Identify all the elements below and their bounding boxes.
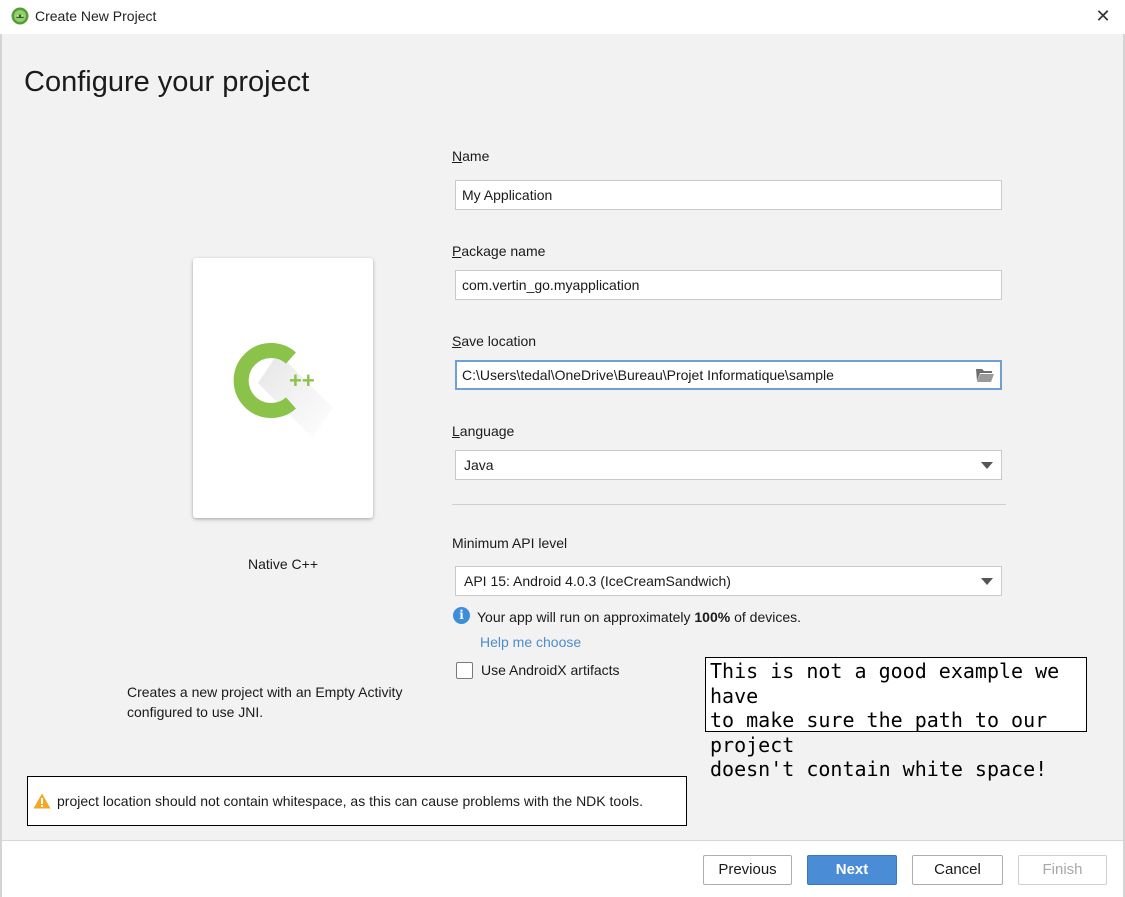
- androidx-checkbox-label[interactable]: Use AndroidX artifacts: [481, 662, 620, 678]
- next-button[interactable]: Next: [807, 855, 897, 885]
- info-icon: i: [453, 607, 470, 624]
- language-select[interactable]: Java: [455, 450, 1002, 480]
- android-studio-icon: [11, 7, 29, 25]
- previous-button[interactable]: Previous: [703, 855, 792, 885]
- help-me-choose-link[interactable]: Help me choose: [480, 634, 581, 650]
- warning-icon: [33, 793, 51, 809]
- language-label: Language: [452, 423, 515, 439]
- save-location-value: C:\Users\tedal\OneDrive\Bureau\Projet In…: [462, 367, 834, 383]
- androidx-checkbox[interactable]: [456, 662, 473, 679]
- language-value: Java: [464, 457, 494, 473]
- window-border-left: [0, 34, 2, 897]
- warning-text: project location should not contain whit…: [57, 793, 643, 809]
- chevron-down-icon: [981, 462, 993, 469]
- title-bar: Create New Project ✕: [0, 0, 1125, 34]
- cpp-logo-text: ++: [289, 368, 315, 393]
- template-description: Creates a new project with an Empty Acti…: [127, 684, 403, 720]
- save-location-label: Save location: [452, 333, 537, 349]
- template-preview-card: ++: [193, 258, 373, 518]
- name-label: Name: [452, 148, 490, 164]
- folder-open-icon[interactable]: [975, 367, 995, 383]
- template-name: Native C++: [247, 556, 319, 572]
- package-name-label: Package name: [452, 243, 546, 259]
- close-icon[interactable]: ✕: [1093, 5, 1113, 27]
- name-field[interactable]: My Application: [455, 180, 1002, 210]
- min-api-select[interactable]: API 15: Android 4.0.3 (IceCreamSandwich): [455, 566, 1002, 596]
- warning-box: project location should not contain whit…: [27, 776, 687, 826]
- form-divider: [452, 504, 1006, 505]
- finish-button[interactable]: Finish: [1018, 855, 1107, 885]
- chevron-down-icon: [981, 578, 993, 585]
- device-coverage-text: Your app will run on approximately 100% …: [477, 609, 802, 625]
- annotation-note: This is not a good example we have to ma…: [705, 657, 1087, 781]
- min-api-value: API 15: Android 4.0.3 (IceCreamSandwich): [464, 573, 731, 589]
- cancel-button[interactable]: Cancel: [912, 855, 1003, 885]
- min-api-label: Minimum API level: [452, 535, 568, 551]
- package-name-field[interactable]: com.vertin_go.myapplication: [455, 270, 1002, 300]
- window-title: Create New Project: [35, 8, 157, 24]
- page-title: Configure your project: [24, 66, 310, 98]
- save-location-field[interactable]: C:\Users\tedal\OneDrive\Bureau\Projet In…: [455, 360, 1002, 390]
- cpp-logo-icon: ++: [233, 343, 333, 438]
